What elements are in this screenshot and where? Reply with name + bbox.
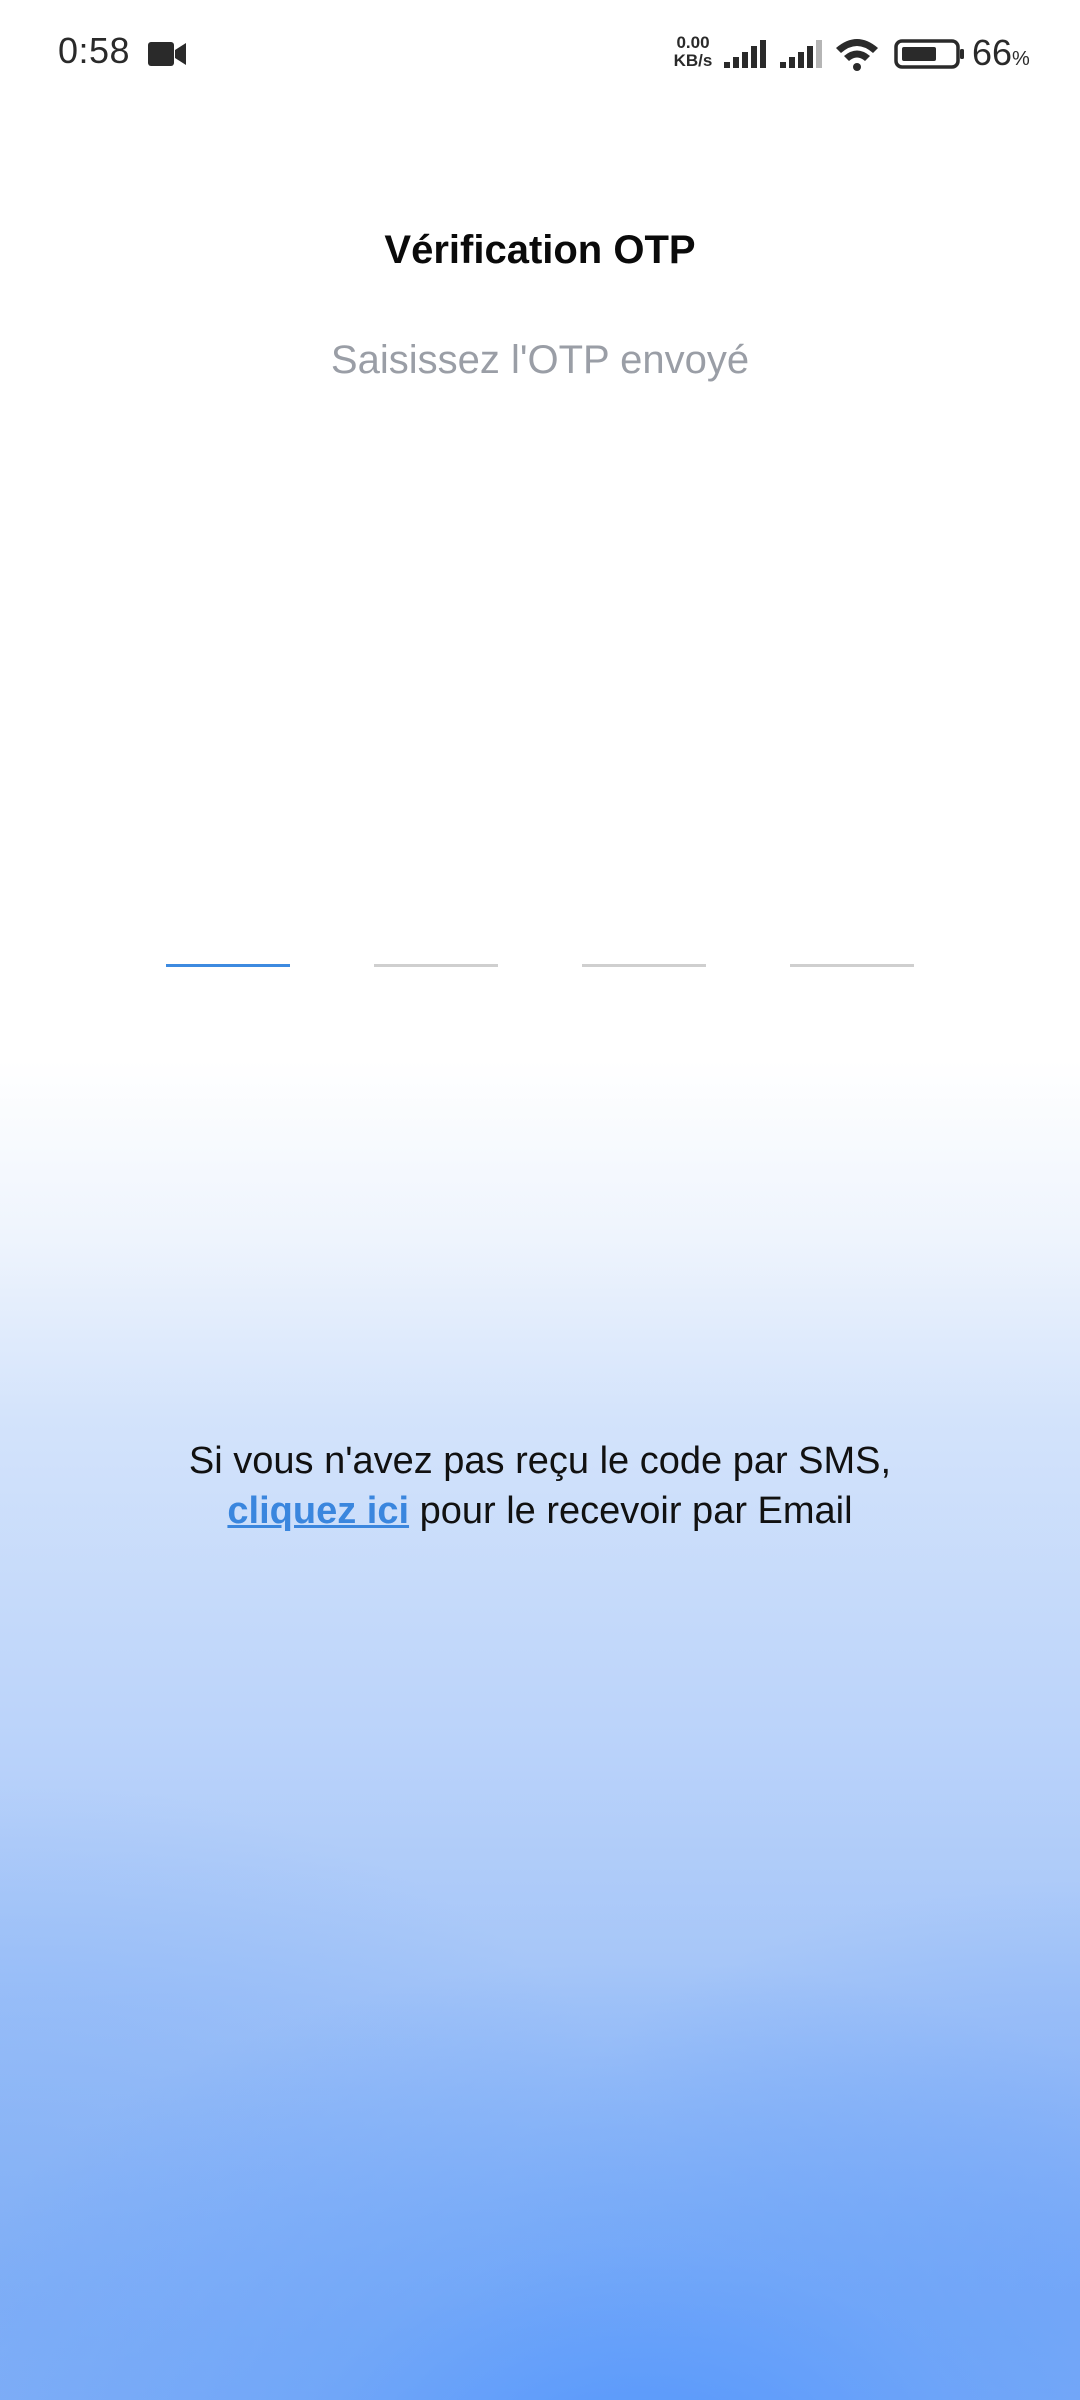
otp-input-group (0, 900, 1080, 970)
otp-digit-4[interactable] (790, 900, 914, 967)
status-bar: 0:58 0.00 KB/s 66% (0, 0, 1080, 110)
battery-percent-value: 66 (972, 32, 1013, 73)
page-subtitle: Saisissez l'OTP envoyé (330, 338, 750, 382)
network-speed: 0.00 KB/s (670, 34, 716, 70)
signal-icon (780, 40, 822, 68)
battery-percent: 66% (972, 32, 1030, 74)
resend-line-1: Si vous n'avez pas reçu le code par SMS, (188, 1440, 892, 1482)
network-speed-value: 0.00 (676, 33, 710, 52)
resend-line-2: cliquez ici pour le recevoir par Email (0, 1486, 1080, 1536)
battery-percent-unit: % (1012, 48, 1030, 70)
signal-icon (724, 40, 766, 68)
otp-screen: 0:58 0.00 KB/s 66% Vérification OTP Sais… (0, 0, 1080, 2400)
otp-digit-2[interactable] (374, 900, 498, 967)
wifi-icon (836, 39, 878, 71)
video-camera-icon (148, 42, 186, 66)
page-title: Vérification OTP (384, 228, 696, 272)
email-resend-link[interactable]: cliquez ici (227, 1490, 409, 1532)
otp-digit-3[interactable] (582, 900, 706, 967)
resend-line-2-text: pour le recevoir par Email (409, 1490, 853, 1532)
battery-icon (894, 39, 964, 69)
network-speed-unit: KB/s (673, 51, 713, 70)
otp-digit-1[interactable] (166, 900, 290, 967)
status-time: 0:58 (58, 30, 131, 71)
resend-message: Si vous n'avez pas reçu le code par SMS,… (0, 1436, 1080, 1536)
